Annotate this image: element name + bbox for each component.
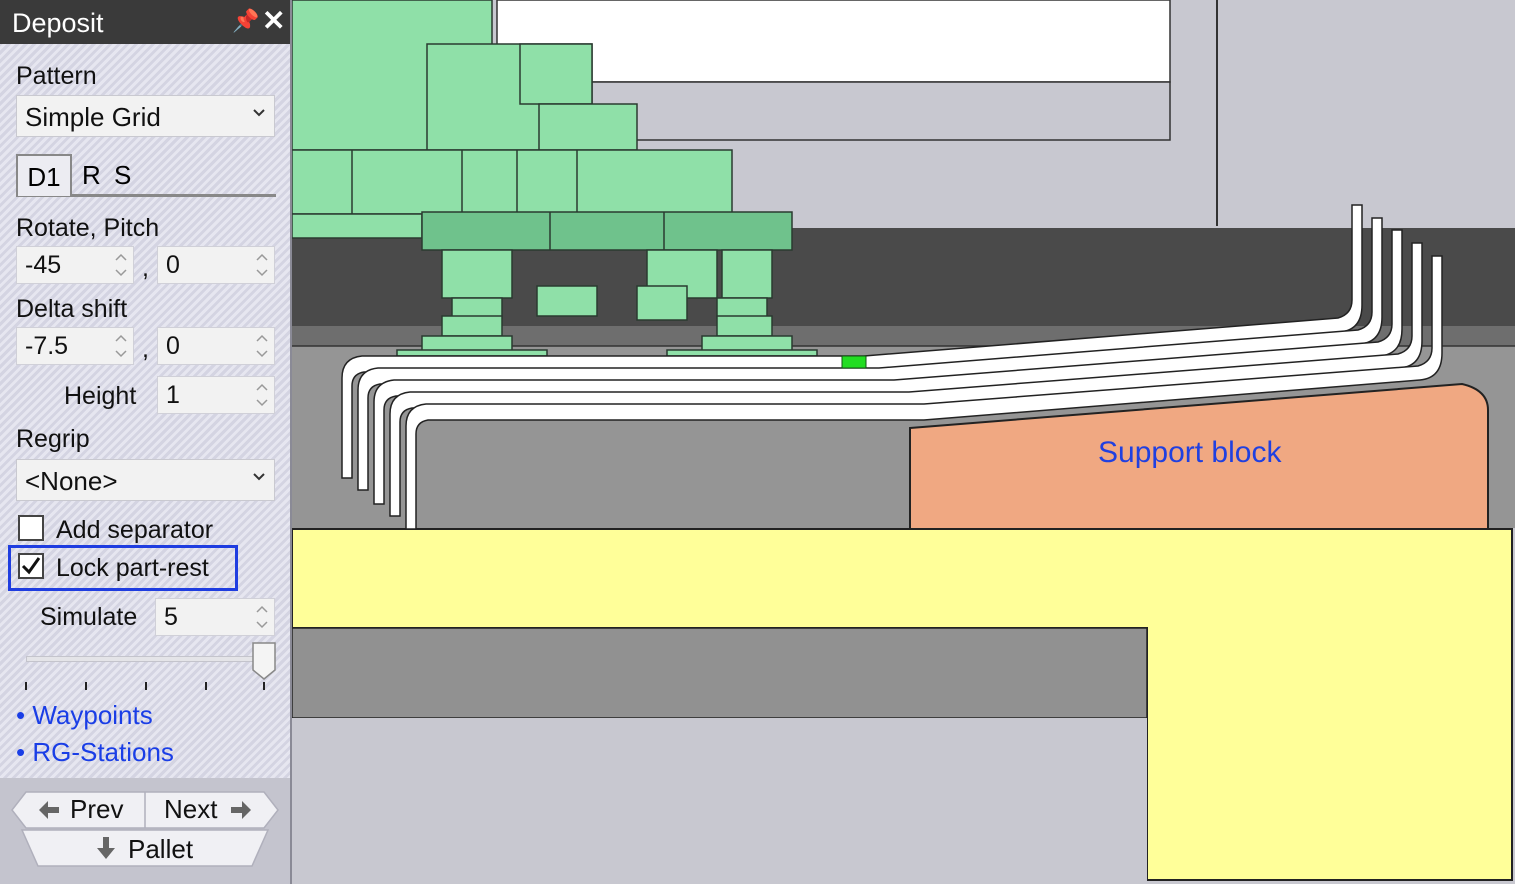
simulate-spinbox[interactable]: 5	[155, 598, 275, 636]
slider-tick	[85, 682, 87, 690]
comma-separator: ,	[142, 254, 149, 282]
height-spinbox[interactable]: 1	[157, 376, 275, 414]
pin-icon[interactable]: 📌	[232, 8, 259, 34]
comma-separator: ,	[142, 335, 149, 363]
part-marker	[841, 355, 867, 369]
rg-stations-link[interactable]: • RG-Stations	[16, 737, 174, 768]
prev-label: Prev	[70, 794, 124, 824]
spin-arrows-icon[interactable]	[256, 250, 268, 280]
rotate-pitch-label: Rotate, Pitch	[16, 214, 160, 242]
delta-y-spinbox[interactable]: 0	[157, 327, 275, 365]
navigation-area: Prev Next Pallet	[0, 778, 290, 884]
pallet-label: Pallet	[128, 834, 194, 864]
slider-tick	[145, 682, 147, 690]
panel-title: Deposit	[12, 8, 104, 38]
simulate-slider-thumb[interactable]	[252, 642, 276, 680]
delta-y-value: 0	[166, 332, 180, 360]
pallet-button[interactable]: Pallet	[60, 830, 240, 866]
pattern-value: Simple Grid	[25, 102, 161, 132]
pattern-label: Pattern	[16, 62, 97, 90]
close-icon[interactable]: ✕	[262, 4, 285, 37]
tab-strip: D1 R S	[16, 154, 276, 198]
slider-tick	[263, 682, 265, 690]
add-separator-label: Add separator	[56, 516, 214, 544]
support-block-label: Support block	[1098, 436, 1282, 469]
3d-viewport[interactable]: Support block	[292, 0, 1515, 884]
regrip-dropdown[interactable]: <None>	[16, 459, 275, 501]
add-separator-checkbox[interactable]	[18, 515, 44, 541]
spin-arrows-icon[interactable]	[256, 602, 268, 632]
simulate-label: Simulate	[40, 603, 138, 631]
arrow-down-icon	[97, 837, 115, 859]
slider-tick	[25, 682, 27, 690]
window-panel	[496, 0, 1171, 83]
prev-button[interactable]: Prev	[26, 792, 144, 828]
checkmark-icon	[21, 557, 41, 575]
lock-part-rest-checkbox[interactable]	[18, 553, 44, 579]
slider-tick	[205, 682, 207, 690]
rotate-value: -45	[25, 251, 62, 279]
simulate-value: 5	[164, 603, 178, 631]
delta-x-spinbox[interactable]: -7.5	[16, 327, 134, 365]
waypoints-link[interactable]: • Waypoints	[16, 700, 153, 731]
scene-canvas[interactable]	[292, 0, 1515, 884]
spin-arrows-icon[interactable]	[256, 380, 268, 410]
rotate-spinbox[interactable]: -45	[16, 246, 134, 284]
next-label: Next	[164, 794, 218, 824]
spin-arrows-icon[interactable]	[256, 331, 268, 361]
panel-titlebar: Deposit 📌 ✕	[0, 0, 290, 44]
arrow-right-icon	[231, 801, 251, 819]
tab-d1[interactable]: D1	[16, 154, 72, 196]
pitch-value: 0	[166, 251, 180, 279]
delta-shift-label: Delta shift	[16, 295, 128, 323]
simulate-slider-track[interactable]	[26, 656, 268, 662]
regrip-value: <None>	[25, 466, 118, 496]
tab-s[interactable]: S	[114, 160, 131, 191]
lock-part-rest-label: Lock part-rest	[56, 554, 209, 582]
pattern-dropdown[interactable]: Simple Grid	[16, 95, 275, 137]
pitch-spinbox[interactable]: 0	[157, 246, 275, 284]
spin-arrows-icon[interactable]	[115, 250, 127, 280]
deposit-panel: Deposit 📌 ✕ Pattern Simple Grid D1 R S R…	[0, 0, 292, 884]
regrip-label: Regrip	[16, 425, 90, 453]
spin-arrows-icon[interactable]	[115, 331, 127, 361]
chevron-down-icon	[253, 473, 265, 481]
arrow-left-icon	[39, 801, 59, 819]
height-label: Height	[64, 382, 137, 410]
height-value: 1	[166, 381, 180, 409]
delta-x-value: -7.5	[25, 332, 69, 360]
chevron-down-icon	[253, 109, 265, 117]
next-button[interactable]: Next	[146, 792, 264, 828]
tab-r[interactable]: R	[82, 160, 101, 191]
